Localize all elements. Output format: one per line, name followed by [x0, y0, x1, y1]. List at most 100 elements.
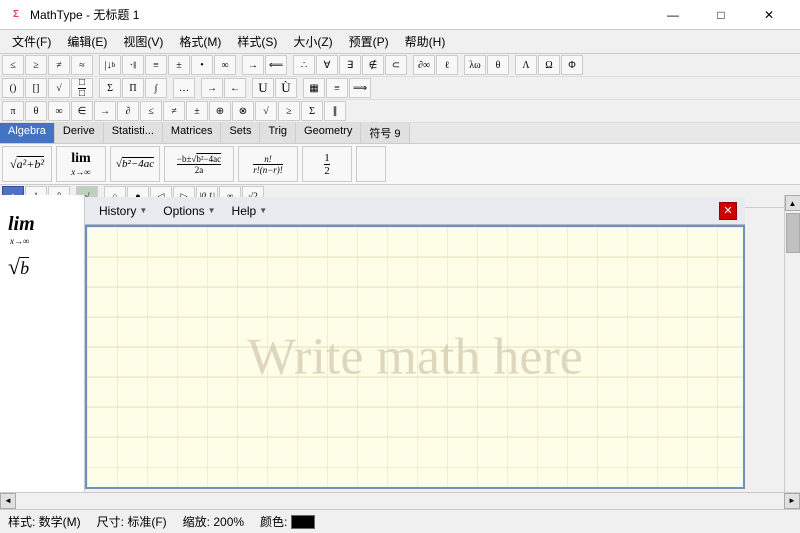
scroll-up-arrow[interactable]: ▲ [785, 195, 800, 211]
tb-sum[interactable]: Σ [99, 78, 121, 98]
tb-approx[interactable]: ≈ [71, 55, 93, 75]
tb-U[interactable]: U [252, 78, 274, 98]
tb-theta[interactable]: θ [487, 55, 509, 75]
tb-subset[interactable]: ⊂ [385, 55, 407, 75]
tb-neq[interactable]: ≠ [48, 55, 70, 75]
tmpl-lim[interactable]: lim x→∞ [56, 146, 106, 182]
tb-Phi[interactable]: Φ [561, 55, 583, 75]
tb-bar[interactable]: |↓b [99, 55, 121, 75]
scroll-thumb[interactable] [786, 213, 800, 253]
tb-Lambda[interactable]: Λ [515, 55, 537, 75]
hw-history-button[interactable]: History ▼ [93, 202, 153, 220]
tb-sum2[interactable]: Σ [301, 101, 323, 121]
tb-bullet[interactable]: • [191, 55, 213, 75]
menu-help[interactable]: 帮助(H) [397, 31, 454, 52]
tb-forall[interactable]: ∀ [316, 55, 338, 75]
tb-int[interactable]: ∫ [145, 78, 167, 98]
scroll-left-arrow[interactable]: ◄ [0, 493, 16, 509]
tb-equiv2[interactable]: ≡ [326, 78, 348, 98]
tb-theta2[interactable]: θ [25, 101, 47, 121]
tb-rarr2[interactable]: → [201, 78, 223, 98]
tb-dots[interactable]: … [173, 78, 195, 98]
tb-implies[interactable]: ⟹ [349, 78, 371, 98]
tb-ell[interactable]: ℓ [436, 55, 458, 75]
title-bar-left: Σ MathType - 无标题 1 [8, 6, 139, 23]
menu-edit[interactable]: 编辑(E) [59, 31, 115, 52]
tb-dot[interactable]: ·∥ [122, 55, 144, 75]
tmpl-combinations[interactable]: n! r!(n−r)! [238, 146, 298, 182]
tb-Larr[interactable]: ⟸ [265, 55, 287, 75]
menu-format[interactable]: 格式(M) [171, 31, 229, 52]
tb-Omega[interactable]: Ω [538, 55, 560, 75]
lim-display: lim x→∞ [8, 213, 76, 246]
status-zoom: 缩放: 200% [183, 513, 244, 530]
tb-sqrt2[interactable]: √ [255, 101, 277, 121]
tb-in[interactable]: ∈ [71, 101, 93, 121]
sym-tab-matrices[interactable]: Matrices [163, 123, 222, 143]
menu-view[interactable]: 视图(V) [115, 31, 171, 52]
close-button[interactable]: ✕ [746, 0, 792, 30]
sym-tab-derive[interactable]: Derive [55, 123, 104, 143]
tb-exists[interactable]: ∃ [339, 55, 361, 75]
tb-sqrt[interactable]: √ [48, 78, 70, 98]
tb-infty[interactable]: ∞ [214, 55, 236, 75]
tb-parallel[interactable]: ∥ [324, 101, 346, 121]
tb-pm2[interactable]: ± [186, 101, 208, 121]
tb-larr2[interactable]: ← [224, 78, 246, 98]
tb-prod[interactable]: Π [122, 78, 144, 98]
menu-prefs[interactable]: 预置(P) [341, 31, 397, 52]
tb-matrix[interactable]: ▦ [303, 78, 325, 98]
sym-tab-trig[interactable]: Trig [260, 123, 296, 143]
tb-leq[interactable]: ≤ [2, 55, 24, 75]
tb-oplus[interactable]: ⊕ [209, 101, 231, 121]
tb-infty3[interactable]: ∞ [48, 101, 70, 121]
hw-close-button[interactable]: ✕ [719, 202, 737, 220]
tmpl-sqrt-sum[interactable]: √a²+b² [2, 146, 52, 182]
app-title: MathType - 无标题 1 [30, 6, 139, 23]
tb-partial[interactable]: ∂ [117, 101, 139, 121]
minimize-button[interactable]: — [650, 0, 696, 30]
tb-equiv[interactable]: ≡ [145, 55, 167, 75]
tb-therefore[interactable]: ∴ [293, 55, 315, 75]
menu-style[interactable]: 样式(S) [229, 31, 285, 52]
sym-tab-statisti[interactable]: Statisti... [104, 123, 163, 143]
hw-canvas-grid [87, 227, 743, 487]
sym-tab-geometry[interactable]: Geometry [296, 123, 361, 143]
tb-rarr[interactable]: → [242, 55, 264, 75]
scroll-right-arrow[interactable]: ► [784, 493, 800, 509]
status-color: 颜色: [260, 513, 315, 530]
tb-infty2[interactable]: ∂∞ [413, 55, 435, 75]
sym-tab-9[interactable]: 符号 9 [361, 123, 409, 143]
tmpl-half[interactable]: 1 2 [302, 146, 352, 182]
tb-otimes[interactable]: ⊗ [232, 101, 254, 121]
tmpl-quadratic[interactable]: −b±√b²−4ac 2a [164, 146, 234, 182]
tb-rarr3[interactable]: → [94, 101, 116, 121]
tb-pi[interactable]: π [2, 101, 24, 121]
tb-frac[interactable]: □□ [71, 78, 93, 98]
tb-pm[interactable]: ± [168, 55, 190, 75]
sym-tab-algebra[interactable]: Algebra [0, 123, 55, 143]
tb-lambda[interactable]: λω [464, 55, 486, 75]
hw-history-label: History [99, 204, 136, 218]
tb-paren[interactable]: () [2, 78, 24, 98]
tmpl-discriminant[interactable]: √b²−4ac [110, 146, 160, 182]
tmpl-empty[interactable] [356, 146, 386, 182]
editor-area[interactable]: lim x→∞ √b [0, 195, 85, 508]
hw-options-arrow: ▼ [208, 206, 216, 215]
menu-file[interactable]: 文件(F) [4, 31, 59, 52]
title-controls: — □ ✕ [650, 0, 792, 30]
tb-Ugrave[interactable]: Ù [275, 78, 297, 98]
hw-help-button[interactable]: Help ▼ [226, 202, 274, 220]
hw-options-button[interactable]: Options ▼ [157, 202, 221, 220]
tb-bracket[interactable]: [] [25, 78, 47, 98]
tb-leq2[interactable]: ≤ [140, 101, 162, 121]
tb-neq2[interactable]: ≠ [163, 101, 185, 121]
maximize-button[interactable]: □ [698, 0, 744, 30]
tb-notin[interactable]: ∉ [362, 55, 384, 75]
tb-geq[interactable]: ≥ [25, 55, 47, 75]
app-logo: Σ [8, 7, 24, 23]
tb-geq2[interactable]: ≥ [278, 101, 300, 121]
menu-size[interactable]: 大小(Z) [285, 31, 340, 52]
sym-tab-sets[interactable]: Sets [221, 123, 260, 143]
hw-canvas[interactable]: Write math here [85, 225, 745, 489]
